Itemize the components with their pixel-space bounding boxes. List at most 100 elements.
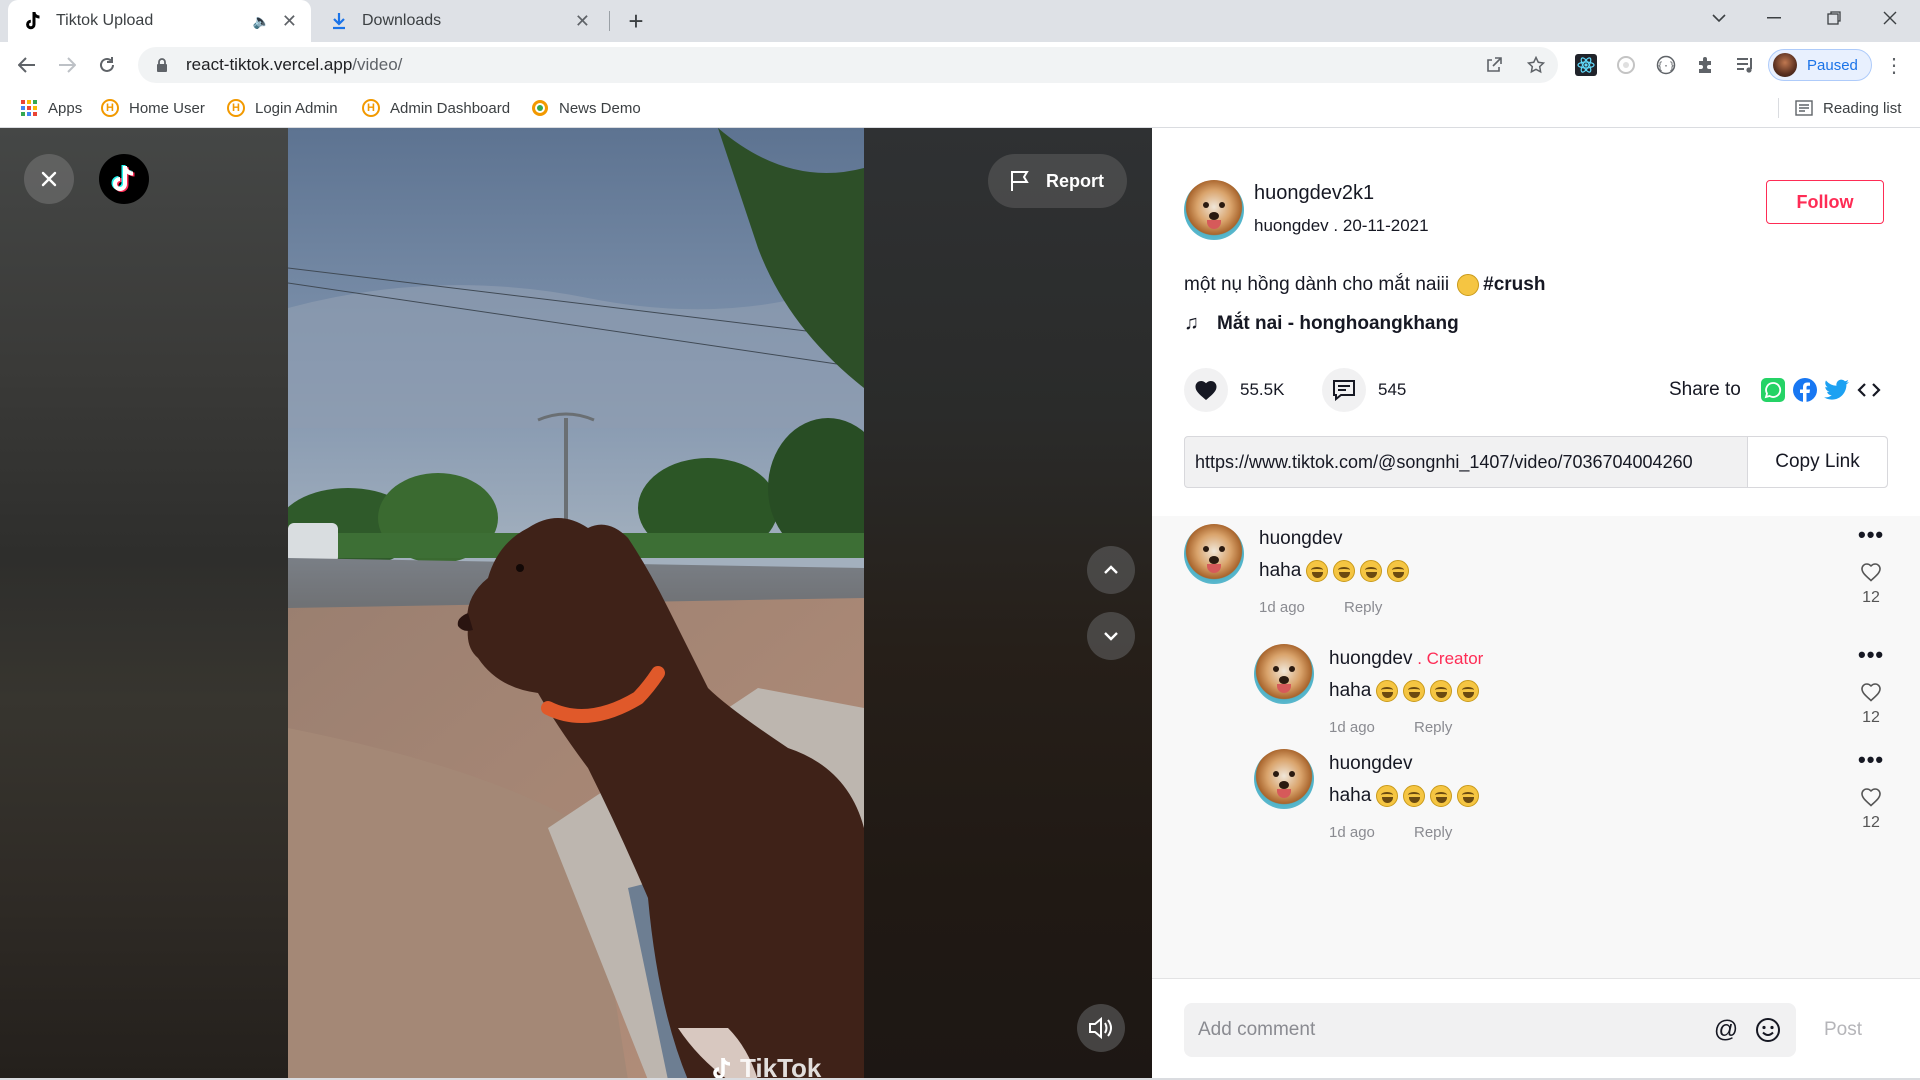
report-button[interactable]: Report xyxy=(988,154,1127,208)
browser-menu-icon[interactable]: ⋮ xyxy=(1880,51,1908,79)
bookmark-label: News Demo xyxy=(559,99,641,117)
react-devtools-icon[interactable] xyxy=(1572,51,1600,79)
video-player[interactable]: Report TikTok xyxy=(0,128,1152,1080)
share-link-box: https://www.tiktok.com/@songnhi_1407/vid… xyxy=(1184,436,1888,488)
share-link-url[interactable]: https://www.tiktok.com/@songnhi_1407/vid… xyxy=(1185,452,1747,473)
embed-code-icon[interactable] xyxy=(1856,377,1882,403)
laughing-emoji-icon xyxy=(1360,560,1383,582)
close-window-button[interactable] xyxy=(1864,0,1916,36)
music-note-icon: ♫ xyxy=(1184,312,1199,334)
extension-circle-icon[interactable] xyxy=(1612,51,1640,79)
smirk-emoji-icon xyxy=(1457,274,1480,296)
lock-icon[interactable] xyxy=(152,57,172,73)
news-target-icon xyxy=(531,99,549,117)
comment-count: 545 xyxy=(1378,380,1407,399)
laughing-emoji-icon xyxy=(1403,680,1426,702)
mention-at-icon[interactable]: @ xyxy=(1712,1016,1740,1044)
profile-status: Paused xyxy=(1807,56,1858,74)
bookmark-news-demo[interactable]: News Demo xyxy=(531,96,641,120)
facebook-icon[interactable] xyxy=(1792,377,1818,403)
more-options-icon[interactable]: ••• xyxy=(1858,642,1884,668)
back-button[interactable] xyxy=(10,48,44,82)
bookmark-apps[interactable]: Apps xyxy=(20,96,82,120)
tab-title: Downloads xyxy=(362,12,442,29)
next-video-button[interactable] xyxy=(1087,612,1135,660)
close-tab-icon[interactable]: ✕ xyxy=(282,11,297,32)
more-options-icon[interactable]: ••• xyxy=(1858,747,1884,773)
media-control-icon[interactable] xyxy=(1732,51,1760,79)
comments-list: huongdev haha 1d ago Reply ••• 12 huongd… xyxy=(1152,516,1920,978)
post-comment-button[interactable]: Post xyxy=(1824,1019,1862,1041)
bookmark-login-admin[interactable]: H Login Admin xyxy=(227,96,338,120)
volume-button[interactable] xyxy=(1077,1004,1125,1052)
whatsapp-icon[interactable] xyxy=(1760,377,1786,403)
bookmark-home-user[interactable]: H Home User xyxy=(101,96,205,120)
commenter-avatar[interactable] xyxy=(1184,524,1244,584)
reading-list-button[interactable]: Reading list xyxy=(1795,96,1901,120)
profile-button[interactable]: Paused xyxy=(1768,49,1872,81)
comment-like[interactable]: 12 xyxy=(1856,562,1886,607)
comment-author[interactable]: huongdev xyxy=(1329,753,1412,775)
extensions-puzzle-icon[interactable] xyxy=(1692,51,1720,79)
comment-stat[interactable]: 545 xyxy=(1322,368,1406,412)
comment-author[interactable]: huongdev . Creator xyxy=(1329,648,1483,670)
restore-button[interactable] xyxy=(1808,0,1860,36)
copy-link-button[interactable]: Copy Link xyxy=(1747,437,1887,487)
comment-time: 1d ago xyxy=(1329,719,1375,736)
video-frame[interactable] xyxy=(288,128,864,1080)
tiktok-watermark: TikTok xyxy=(710,1053,821,1080)
emoji-smile-icon[interactable] xyxy=(1754,1016,1782,1044)
commenter-avatar[interactable] xyxy=(1254,749,1314,809)
new-tab-button[interactable]: + xyxy=(620,7,652,37)
bookmark-star-icon[interactable] xyxy=(1522,51,1550,79)
minimize-button[interactable] xyxy=(1748,0,1800,36)
extension-brackets-icon[interactable]: {·} xyxy=(1652,51,1680,79)
comment-composer: @ Post xyxy=(1152,978,1920,1080)
commenter-avatar[interactable] xyxy=(1254,644,1314,704)
comment-author[interactable]: huongdev xyxy=(1259,528,1342,550)
reply-button[interactable]: Reply xyxy=(1414,719,1452,736)
tiktok-watermark-icon xyxy=(713,1057,731,1079)
tab-downloads[interactable]: Downloads ✕ xyxy=(314,0,604,42)
forward-button[interactable] xyxy=(50,48,84,82)
comment-bubble-icon[interactable] xyxy=(1322,368,1366,412)
heart-outline-icon[interactable] xyxy=(1860,682,1882,702)
comment-like-count: 12 xyxy=(1862,709,1880,726)
author-avatar[interactable] xyxy=(1184,180,1244,240)
h-logo-icon: H xyxy=(227,99,245,117)
more-options-icon[interactable]: ••• xyxy=(1858,522,1884,548)
video-blur-backdrop-left xyxy=(0,128,288,1080)
audio-playing-icon[interactable]: 🔈 xyxy=(252,13,269,30)
heart-filled-icon[interactable] xyxy=(1184,368,1228,412)
close-tab-icon[interactable]: ✕ xyxy=(575,11,590,32)
profile-avatar xyxy=(1773,53,1797,77)
tab-search-chevron-icon[interactable] xyxy=(1693,0,1745,36)
tab-title: Tiktok Upload xyxy=(56,12,154,29)
previous-video-button[interactable] xyxy=(1087,546,1135,594)
close-video-button[interactable] xyxy=(24,154,74,204)
address-bar[interactable]: react-tiktok.vercel.app/video/ xyxy=(138,47,1558,83)
comment-like[interactable]: 12 xyxy=(1856,787,1886,832)
bookmark-label: Login Admin xyxy=(255,99,338,117)
music-link[interactable]: ♫ Mắt nai - honghoangkhang xyxy=(1184,312,1459,335)
bookmark-admin-dashboard[interactable]: H Admin Dashboard xyxy=(362,96,510,120)
twitter-icon[interactable] xyxy=(1824,377,1850,403)
like-stat[interactable]: 55.5K xyxy=(1184,368,1284,412)
heart-outline-icon[interactable] xyxy=(1860,787,1882,807)
follow-button[interactable]: Follow xyxy=(1766,180,1884,224)
comment-input[interactable] xyxy=(1198,1019,1698,1041)
author-username[interactable]: huongdev2k1 xyxy=(1254,182,1374,205)
heart-outline-icon[interactable] xyxy=(1860,562,1882,582)
bookmark-label: Admin Dashboard xyxy=(390,99,511,117)
share-page-icon[interactable] xyxy=(1480,51,1508,79)
tiktok-favicon-icon xyxy=(22,10,44,32)
reload-button[interactable] xyxy=(90,48,124,82)
tiktok-logo-button[interactable] xyxy=(99,154,149,204)
h-logo-icon: H xyxy=(362,99,380,117)
tab-tiktok-upload[interactable]: Tiktok Upload 🔈 ✕ xyxy=(8,0,311,42)
reply-button[interactable]: Reply xyxy=(1414,824,1452,841)
reply-button[interactable]: Reply xyxy=(1344,599,1382,616)
hashtag-link[interactable]: #crush xyxy=(1483,274,1545,296)
post-caption: một nụ hồng dành cho mắt naiii #crush xyxy=(1184,274,1546,296)
comment-like[interactable]: 12 xyxy=(1856,682,1886,727)
